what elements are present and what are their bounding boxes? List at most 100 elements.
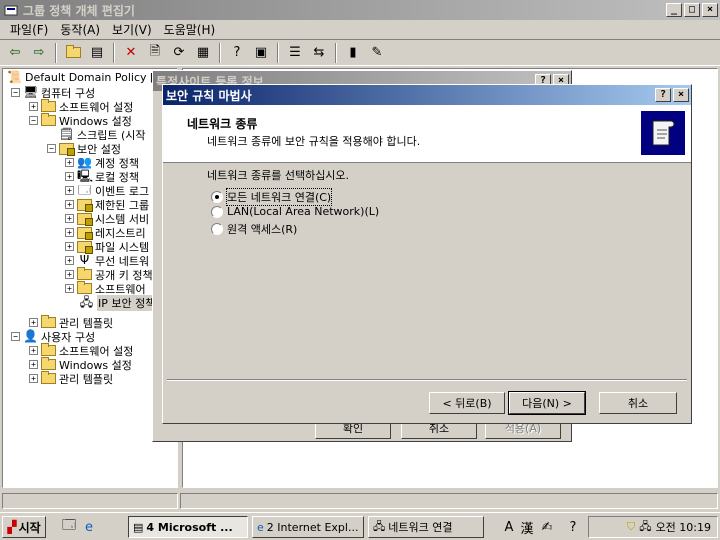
show-hide-tree-icon[interactable]: ▤ [86, 42, 108, 64]
expand-icon[interactable]: + [65, 158, 74, 167]
task-internet-explorer[interactable]: e 2 Internet Expl... [252, 516, 364, 538]
expand-icon[interactable]: + [65, 200, 74, 209]
wireless-antenna-icon: Ψ [79, 253, 90, 267]
collapse-icon[interactable]: − [29, 116, 38, 125]
hanja-icon[interactable]: 漢 [518, 518, 536, 537]
expand-icon[interactable]: + [65, 214, 74, 223]
minimize-button[interactable]: _ [666, 3, 682, 17]
task-network-connections[interactable]: 🖧 네트워크 연결 [368, 516, 484, 538]
folder-icon [41, 371, 56, 384]
scroll-wizard-icon [641, 111, 685, 155]
network-tray-icon[interactable]: 🖧 [639, 518, 651, 537]
lock-folder-icon [77, 226, 93, 240]
export-list-icon[interactable]: ▦ [192, 42, 214, 64]
ip-security-icon: 🖧 [79, 295, 94, 309]
expand-icon[interactable]: + [29, 346, 38, 355]
manage-filters-icon[interactable]: ☰ [284, 42, 306, 64]
clock: 오전 10:19 [655, 521, 711, 534]
wizard-header-subtitle: 네트워크 종류에 보안 규칙을 적용해야 합니다. [207, 135, 421, 148]
expand-icon[interactable]: + [65, 256, 74, 265]
folder-icon [41, 357, 56, 370]
next-button[interactable]: 다음(N) > [508, 391, 586, 415]
menu-action[interactable]: 동작(A) [54, 21, 106, 38]
assign-policy-icon[interactable]: ⇆ [308, 42, 330, 64]
window-group-icon: ▤ [133, 520, 144, 534]
delete-icon[interactable]: ✕ [120, 42, 142, 64]
radio-remote-access[interactable]: 원격 액세스(R) [211, 221, 297, 237]
network-type-prompt: 네트워크 종류를 선택하십시오. [207, 169, 350, 182]
wizard-header: 네트워크 종류 네트워크 종류에 보안 규칙을 적용해야 합니다. [163, 105, 691, 163]
language-help-icon[interactable]: ? [564, 518, 582, 536]
show-desktop-icon[interactable]: 🗔 [60, 518, 78, 536]
expand-icon[interactable]: + [65, 228, 74, 237]
collapse-icon[interactable]: − [11, 88, 20, 97]
expand-icon[interactable]: + [65, 270, 74, 279]
ime-mode-icon[interactable]: A [500, 518, 518, 536]
tree-ip-security[interactable]: 🖧 IP 보안 정책 [79, 294, 157, 311]
maximize-button[interactable]: □ [684, 3, 700, 17]
taskbar: ▞ 시작 🗔 e ▤ 4 Microsoft ... e 2 Internet … [0, 512, 720, 540]
event-log-icon: 🗔 [77, 183, 91, 197]
help-topics-icon[interactable]: ▣ [250, 42, 272, 64]
forward-arrow-icon[interactable]: ⇨ [28, 42, 50, 64]
refresh-icon[interactable]: ⟳ [168, 42, 190, 64]
menu-file[interactable]: 파일(F) [4, 21, 54, 38]
system-tray: ⛉ 🖧 오전 10:19 [588, 516, 718, 538]
main-titlebar[interactable]: 그룹 정책 개체 편집기 _ □ × [0, 0, 720, 20]
back-arrow-icon[interactable]: ⇦ [4, 42, 26, 64]
tree-root[interactable]: 📜 Default Domain Policy [I [7, 70, 158, 85]
windows-logo-icon: ▞ [7, 520, 17, 534]
menu-help[interactable]: 도움말(H) [158, 21, 222, 38]
expand-icon[interactable]: + [29, 360, 38, 369]
ime-pad-icon[interactable]: ✍ [538, 518, 556, 536]
wizard-header-title: 네트워크 종류 [187, 117, 258, 131]
script-icon: 🗒 [59, 127, 75, 141]
expand-icon[interactable]: + [65, 284, 74, 293]
security-folder-icon [59, 142, 75, 156]
folder-icon [41, 113, 56, 126]
expand-icon[interactable]: + [29, 102, 38, 111]
collapse-icon[interactable]: − [47, 144, 56, 153]
radio-lan[interactable]: LAN(Local Area Network)(L) [211, 205, 379, 218]
close-button[interactable]: × [702, 3, 718, 17]
properties-icon[interactable]: 🗎 [144, 42, 166, 64]
book-icon[interactable]: ▮ [342, 42, 364, 64]
expand-icon[interactable]: + [65, 242, 74, 251]
internet-explorer-icon[interactable]: e [80, 518, 98, 536]
status-segment [2, 493, 178, 509]
task-microsoft[interactable]: ▤ 4 Microsoft ... [128, 516, 248, 538]
user-icon: 👤 [23, 329, 38, 343]
folder-icon [77, 267, 92, 280]
local-policy-icon: 🖳 [77, 169, 94, 183]
gpo-app-icon [3, 2, 19, 18]
radio-button[interactable] [211, 205, 223, 218]
wizard-titlebar[interactable]: 보안 규칙 마법사 ? × [163, 85, 691, 105]
expand-icon[interactable]: + [29, 318, 38, 327]
lock-folder-icon [77, 212, 93, 226]
wizard-cancel-button[interactable]: 취소 [599, 392, 677, 414]
security-rule-wizard: 보안 규칙 마법사 ? × 네트워크 종류 네트워크 종류에 보안 규칙을 적용… [162, 84, 692, 424]
shield-icon[interactable]: ⛉ [627, 520, 635, 534]
expand-icon[interactable]: + [65, 172, 74, 181]
menu-bar: 파일(F) 동작(A) 보기(V) 도움말(H) [0, 20, 720, 40]
radio-all-connections[interactable]: 모든 네트워크 연결(C) [211, 188, 333, 206]
back-button[interactable]: < 뒤로(B) [429, 392, 505, 414]
collapse-icon[interactable]: − [11, 332, 20, 341]
expand-icon[interactable]: + [65, 186, 74, 195]
wizard-help-button[interactable]: ? [655, 88, 671, 102]
menu-view[interactable]: 보기(V) [106, 21, 158, 38]
account-icon: 👥 [77, 155, 92, 169]
status-bar [0, 492, 720, 510]
main-window-title: 그룹 정책 개체 편집기 [23, 3, 135, 18]
expand-icon[interactable]: + [29, 374, 38, 383]
tree-user-admin[interactable]: + 관리 템플릿 [29, 371, 113, 386]
pen-icon[interactable]: ✎ [366, 42, 388, 64]
wizard-close-button[interactable]: × [673, 88, 689, 102]
help-icon[interactable]: ? [226, 42, 248, 64]
radio-button[interactable] [211, 223, 223, 235]
start-button[interactable]: ▞ 시작 [2, 516, 46, 538]
radio-button[interactable] [211, 191, 223, 203]
computer-icon: 🖥 [23, 85, 39, 99]
up-folder-icon[interactable] [62, 42, 84, 64]
status-segment [180, 493, 718, 509]
